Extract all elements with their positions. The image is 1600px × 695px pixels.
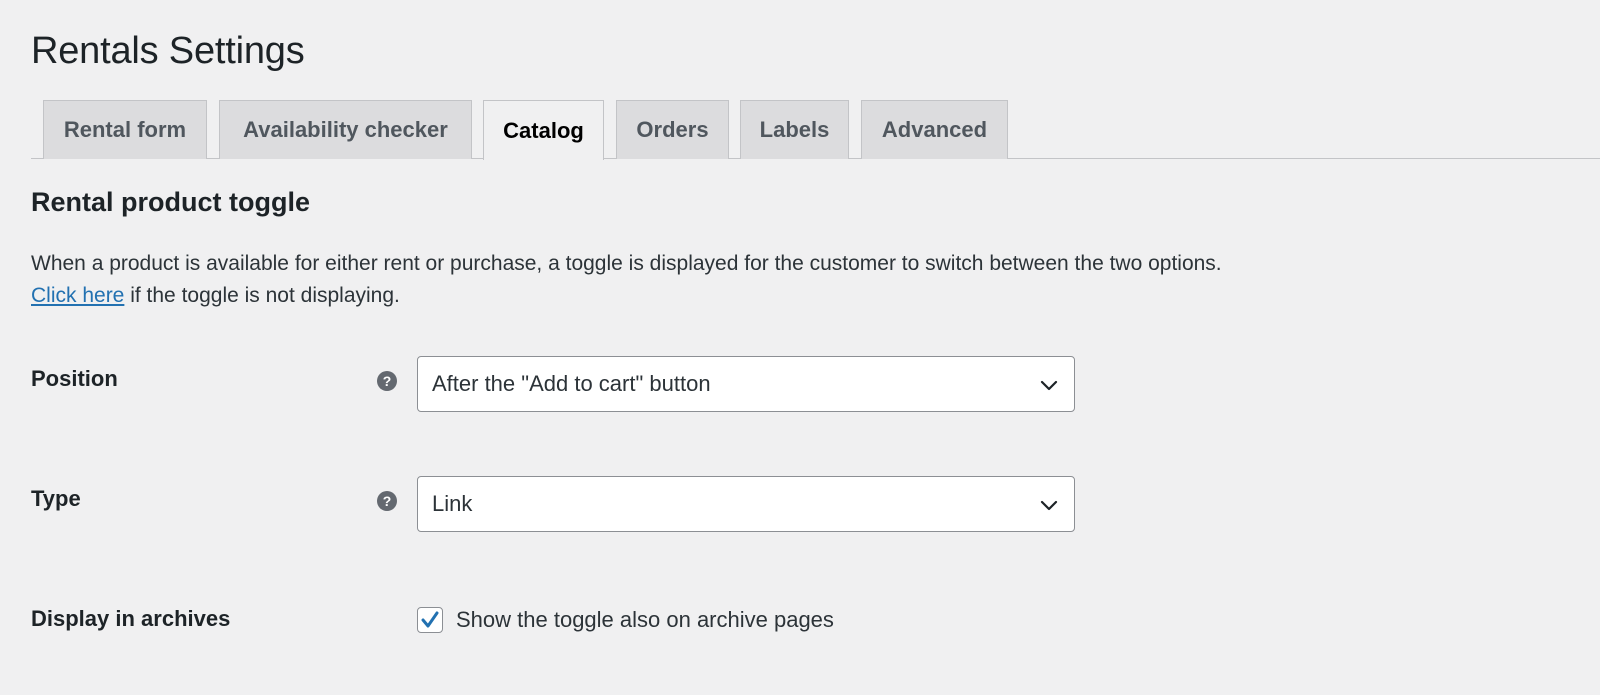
description-text: When a product is available for either r… xyxy=(31,252,1222,275)
position-label: Position xyxy=(31,366,118,391)
chevron-down-icon xyxy=(1040,380,1058,391)
archives-checkbox[interactable] xyxy=(417,607,443,633)
tab-catalog[interactable]: Catalog xyxy=(483,100,604,160)
position-help-icon[interactable]: ? xyxy=(377,371,397,391)
settings-page: Rentals Settings Rental form Availabilit… xyxy=(0,0,1600,695)
tab-orders[interactable]: Orders xyxy=(616,100,729,159)
tab-rental-form[interactable]: Rental form xyxy=(43,100,207,159)
settings-tabs: Rental form Availability checker Catalog… xyxy=(31,100,1600,160)
archives-checkbox-label[interactable]: Show the toggle also on archive pages xyxy=(456,607,834,633)
type-select[interactable]: Link xyxy=(417,476,1075,532)
position-select-value: After the "Add to cart" button xyxy=(432,371,711,396)
chevron-down-icon xyxy=(1040,500,1058,511)
type-select-value: Link xyxy=(432,491,473,516)
click-here-link[interactable]: Click here xyxy=(31,284,124,307)
tab-labels[interactable]: Labels xyxy=(740,100,849,159)
section-description: When a product is available for either r… xyxy=(31,248,1431,312)
type-label: Type xyxy=(31,486,81,511)
description-help-line: Click here if the toggle is not displayi… xyxy=(31,280,1431,312)
tab-availability-checker[interactable]: Availability checker xyxy=(219,100,472,159)
position-select[interactable]: After the "Add to cart" button xyxy=(417,356,1075,412)
page-title: Rentals Settings xyxy=(31,30,305,72)
checkmark-icon xyxy=(421,611,439,628)
archives-label: Display in archives xyxy=(31,606,231,631)
tab-advanced[interactable]: Advanced xyxy=(861,100,1008,159)
link-suffix-text: if the toggle is not displaying. xyxy=(124,284,400,307)
section-title: Rental product toggle xyxy=(31,187,310,217)
type-help-icon[interactable]: ? xyxy=(377,491,397,511)
